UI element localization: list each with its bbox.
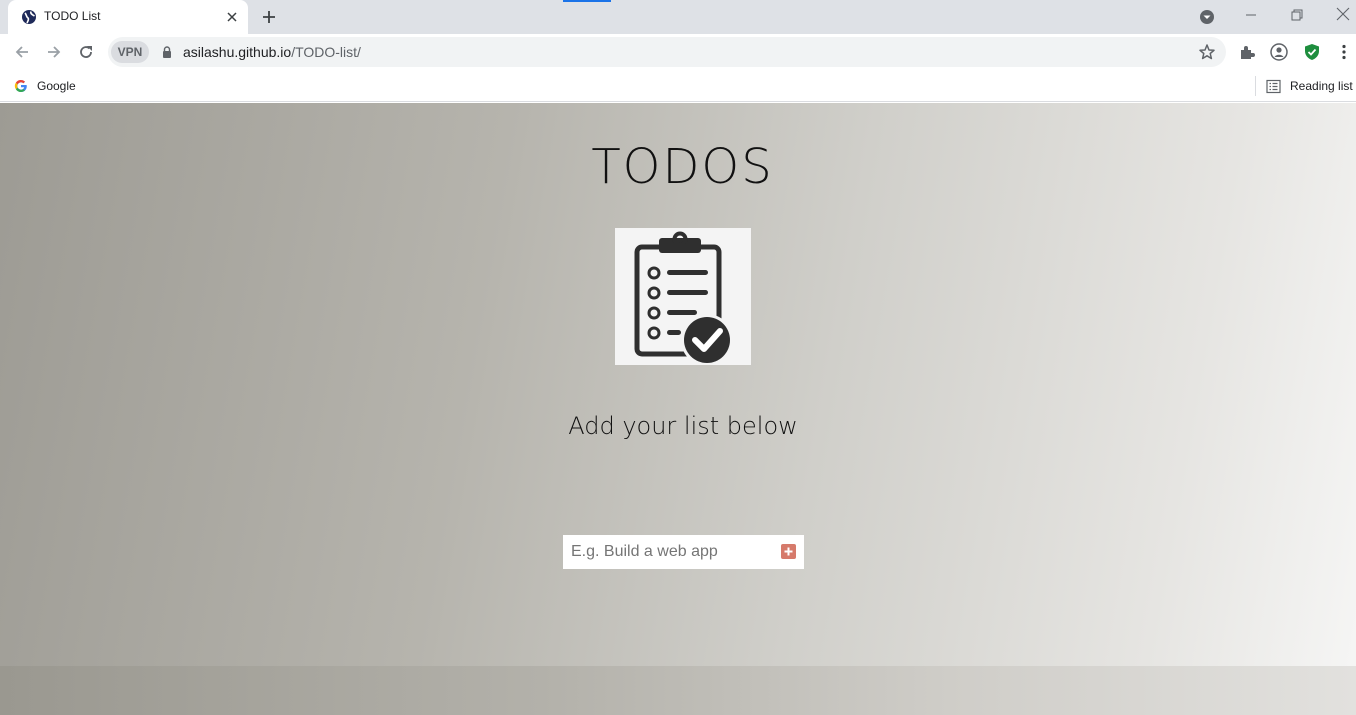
reading-list-label: Reading list [1290, 79, 1353, 93]
url-domain: asilashu.github.io [183, 44, 292, 60]
tab-strip: TODO List [0, 0, 1356, 34]
reload-icon[interactable] [77, 43, 95, 61]
browser-toolbar: VPN asilashu.github.io/TODO-list/ [0, 34, 1356, 70]
new-tab-icon[interactable] [260, 8, 278, 26]
bookmark-label: Google [37, 79, 76, 93]
tab-search-icon[interactable] [1198, 8, 1216, 26]
google-icon [14, 79, 27, 93]
plus-square-icon [784, 547, 793, 556]
tab-title: TODO List [44, 9, 101, 23]
window-close-icon[interactable] [1334, 5, 1352, 23]
star-icon[interactable] [1198, 43, 1216, 61]
address-bar[interactable]: VPN asilashu.github.io/TODO-list/ [108, 37, 1226, 67]
vpn-badge[interactable]: VPN [111, 41, 149, 63]
todo-input[interactable] [563, 535, 775, 569]
globe-icon [22, 10, 36, 24]
shield-check-icon[interactable] [1303, 43, 1321, 61]
tab-todo-list[interactable]: TODO List [8, 0, 248, 34]
todo-form [563, 535, 804, 569]
page-title: TODOS [591, 139, 774, 195]
page-viewport: TODOS Add your list below [0, 103, 1356, 715]
clipboard-checklist-icon [615, 228, 751, 365]
person-icon[interactable] [1270, 43, 1288, 61]
minimize-icon[interactable] [1242, 6, 1260, 24]
bookmark-google[interactable]: Google [14, 77, 76, 95]
url-path: /TODO-list/ [291, 44, 361, 60]
close-tab-icon[interactable] [224, 9, 240, 25]
url-text[interactable]: asilashu.github.io/TODO-list/ [183, 44, 361, 60]
restore-icon[interactable] [1288, 6, 1306, 24]
lock-icon[interactable] [160, 45, 174, 59]
add-todo-button[interactable] [781, 544, 796, 559]
bookmarks-divider [1255, 76, 1256, 96]
bookmarks-bar: Google Reading list [0, 70, 1356, 102]
tab-strip-highlight [563, 0, 611, 2]
more-vert-icon[interactable] [1335, 43, 1353, 61]
reading-list-icon [1266, 79, 1281, 93]
arrow-left-icon[interactable] [13, 43, 31, 61]
page-footer-band [0, 666, 1356, 715]
page-subtitle: Add your list below [568, 412, 798, 440]
arrow-right-icon[interactable] [45, 43, 63, 61]
puzzle-icon[interactable] [1238, 43, 1256, 61]
reading-list-button[interactable]: Reading list [1266, 77, 1353, 95]
